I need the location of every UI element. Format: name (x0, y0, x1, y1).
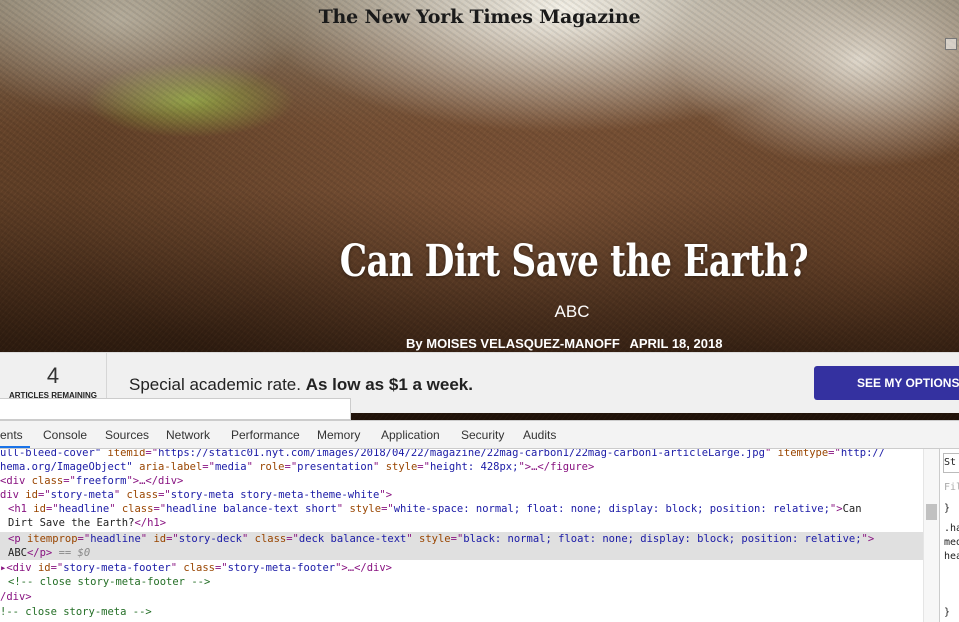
dom-line-freeform[interactable]: <div class="freeform">…</div> (0, 474, 183, 488)
masthead-logo[interactable]: The New York Times Magazine (0, 6, 959, 28)
articles-remaining-count: 4 (46, 363, 60, 388)
article-byline: By MOISES VELASQUEZ-MANOFF APRIL 18, 201… (406, 336, 722, 351)
tab-console[interactable]: Console (43, 421, 87, 448)
dom-line-comment-footer[interactable]: <!-- close story-meta-footer --> (8, 575, 210, 589)
styles-row-3: .ha (944, 523, 959, 534)
dom-tree-scrollbar[interactable] (923, 449, 940, 622)
tab-security[interactable]: Security (461, 421, 504, 448)
tab-application[interactable]: Application (381, 421, 440, 448)
dom-line-close-div[interactable]: /div> (0, 590, 32, 604)
styles-row-2: } (944, 503, 951, 514)
devtools-tabbar: ents Console Sources Network Performance… (0, 421, 959, 449)
byline-date: APRIL 18, 2018 (629, 336, 723, 351)
offer-bold: As low as $1 a week. (305, 375, 473, 394)
dom-line-story-meta[interactable]: div id="story-meta" class="story-meta st… (0, 488, 392, 502)
dom-line-h1-headline[interactable]: <h1 id="headline" class="headline balanc… (8, 502, 862, 516)
styles-row-6: } (944, 607, 951, 618)
tab-elements[interactable]: ents (0, 421, 30, 448)
tooltip-popup-edge (0, 398, 351, 420)
tab-performance[interactable]: Performance (231, 421, 300, 448)
tab-sources[interactable]: Sources (105, 421, 149, 448)
tab-network[interactable]: Network (166, 421, 210, 448)
byline-prefix: By (406, 336, 423, 351)
byline-author[interactable]: MOISES VELASQUEZ-MANOFF (426, 336, 620, 351)
dom-line-story-deck-text[interactable]: ABC</p> == $0 (0, 546, 923, 560)
elements-dom-tree[interactable]: ull-bleed-cover" itemid="https://static0… (0, 449, 923, 622)
tab-memory[interactable]: Memory (317, 421, 360, 448)
dom-line-figure-cont[interactable]: hema.org/ImageObject" aria-label="media"… (0, 460, 594, 474)
styles-row-1: St (944, 457, 957, 468)
styles-row-4: med (944, 537, 959, 548)
devtools-panel: ents Console Sources Network Performance… (0, 420, 959, 622)
scrollbar-thumb[interactable] (926, 504, 937, 520)
styles-filter-input[interactable]: Filt (944, 482, 959, 493)
dom-line-figure[interactable]: ull-bleed-cover" itemid="https://static0… (0, 449, 885, 460)
see-my-options-button[interactable]: SEE MY OPTIONS (814, 366, 959, 400)
article-deck: ABC (554, 302, 590, 321)
offer-regular: Special academic rate. (129, 375, 301, 394)
page-edge-icon (945, 38, 957, 50)
styles-row-5: hea (944, 551, 959, 562)
styles-pane: St Filt } .ha med hea } (939, 449, 959, 622)
dom-line-comment-story-meta[interactable]: !-- close story-meta --> (0, 605, 152, 619)
article-headline: Can Dirt Save the Earth? (339, 236, 809, 287)
dom-line-story-deck-selected[interactable]: <p itemprop="headline" id="story-deck" c… (0, 532, 923, 546)
dom-line-h1-text[interactable]: Dirt Save the Earth?</h1> (8, 516, 166, 530)
offer-text: Special academic rate. As low as $1 a we… (129, 375, 473, 395)
dom-line-story-meta-footer[interactable]: ▸<div id="story-meta-footer" class="stor… (0, 561, 392, 575)
tab-audits[interactable]: Audits (523, 421, 556, 448)
